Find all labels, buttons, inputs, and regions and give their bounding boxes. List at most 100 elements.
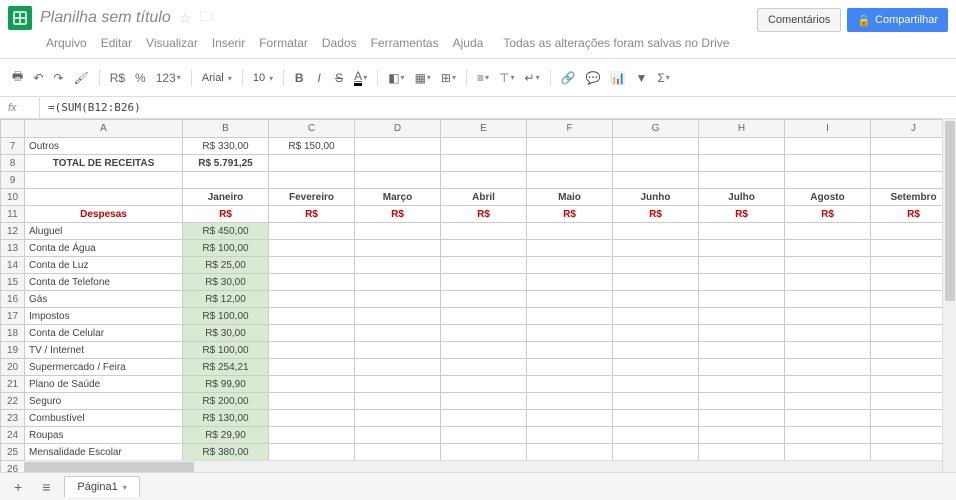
- undo-icon[interactable]: ↶: [29, 67, 47, 89]
- cell[interactable]: R$: [527, 206, 613, 223]
- cell[interactable]: R$ 100,00: [183, 240, 269, 257]
- cell[interactable]: R$: [699, 206, 785, 223]
- text-color-button[interactable]: A▾: [350, 65, 371, 90]
- cell[interactable]: R$: [785, 206, 871, 223]
- row-header[interactable]: 10: [1, 189, 25, 206]
- share-button[interactable]: 🔒Compartilhar: [847, 8, 948, 32]
- cell[interactable]: R$ 130,00: [183, 410, 269, 427]
- menu-arquivo[interactable]: Arquivo: [40, 34, 93, 52]
- cell[interactable]: Impostos: [25, 308, 183, 325]
- menu-ferramentas[interactable]: Ferramentas: [365, 34, 445, 52]
- cell[interactable]: R$ 330,00: [183, 138, 269, 155]
- cell[interactable]: R$ 25,00: [183, 257, 269, 274]
- row-header[interactable]: 12: [1, 223, 25, 240]
- cell[interactable]: R$ 380,00: [183, 444, 269, 461]
- menu-formatar[interactable]: Formatar: [253, 34, 314, 52]
- wrap-icon[interactable]: ↵▾: [521, 67, 544, 89]
- merge-icon[interactable]: ⊞▾: [437, 67, 460, 89]
- cell[interactable]: R$ 100,00: [183, 342, 269, 359]
- col-header-H[interactable]: H: [699, 120, 785, 138]
- row-header[interactable]: 20: [1, 359, 25, 376]
- strike-button[interactable]: S: [330, 67, 348, 89]
- row-header[interactable]: 11: [1, 206, 25, 223]
- row-header[interactable]: 21: [1, 376, 25, 393]
- cell[interactable]: Maio: [527, 189, 613, 206]
- cell[interactable]: R$: [441, 206, 527, 223]
- cell[interactable]: Agosto: [785, 189, 871, 206]
- redo-icon[interactable]: ↷: [49, 67, 67, 89]
- cell[interactable]: R$: [613, 206, 699, 223]
- sheet-tab[interactable]: Página1▾: [64, 476, 139, 497]
- fill-color-icon[interactable]: ◧▾: [384, 67, 408, 89]
- doc-title[interactable]: Planilha sem título: [40, 9, 171, 27]
- menu-dados[interactable]: Dados: [316, 34, 363, 52]
- cell[interactable]: R$ 5.791,25: [183, 155, 269, 172]
- cell[interactable]: R$: [269, 206, 355, 223]
- cell[interactable]: Seguro: [25, 393, 183, 410]
- row-header[interactable]: 14: [1, 257, 25, 274]
- spreadsheet-grid[interactable]: A B C D E F G H I J 7OutrosR$ 330,00R$ 1…: [0, 119, 956, 479]
- col-header-B[interactable]: B: [183, 120, 269, 138]
- cell[interactable]: Conta de Luz: [25, 257, 183, 274]
- cell[interactable]: R$ 29,90: [183, 427, 269, 444]
- cell[interactable]: Outros: [25, 138, 183, 155]
- col-header-C[interactable]: C: [269, 120, 355, 138]
- menu-visualizar[interactable]: Visualizar: [140, 34, 204, 52]
- row-header[interactable]: 25: [1, 444, 25, 461]
- link-icon[interactable]: 🔗: [557, 67, 580, 89]
- paint-format-icon[interactable]: 🖌: [69, 67, 92, 89]
- row-header[interactable]: 8: [1, 155, 25, 172]
- chart-icon[interactable]: 📊: [606, 67, 629, 89]
- formula-bar[interactable]: =(SUM(B12:B26): [40, 97, 956, 118]
- row-header[interactable]: 22: [1, 393, 25, 410]
- cell[interactable]: Despesas: [25, 206, 183, 223]
- cell[interactable]: Janeiro: [183, 189, 269, 206]
- cell[interactable]: Conta de Telefone: [25, 274, 183, 291]
- cell[interactable]: Combustível: [25, 410, 183, 427]
- col-header-A[interactable]: A: [25, 120, 183, 138]
- cell[interactable]: Gás: [25, 291, 183, 308]
- comments-button[interactable]: Comentários: [757, 8, 841, 32]
- menu-inserir[interactable]: Inserir: [206, 34, 251, 52]
- cell[interactable]: Março: [355, 189, 441, 206]
- bold-button[interactable]: B: [290, 67, 308, 89]
- cell[interactable]: Julho: [699, 189, 785, 206]
- cell[interactable]: Plano de Saúde: [25, 376, 183, 393]
- col-header-G[interactable]: G: [613, 120, 699, 138]
- borders-icon[interactable]: ▦▾: [411, 67, 435, 89]
- italic-button[interactable]: I: [310, 67, 328, 89]
- valign-icon[interactable]: ⊤▾: [495, 67, 518, 89]
- font-size[interactable]: 10 ▾: [249, 72, 277, 84]
- number-format-button[interactable]: 123▾: [152, 67, 185, 89]
- cell[interactable]: R$ 150,00: [269, 138, 355, 155]
- cell[interactable]: R$: [355, 206, 441, 223]
- row-header[interactable]: 13: [1, 240, 25, 257]
- print-icon[interactable]: 🖶: [8, 63, 27, 92]
- cell[interactable]: Conta de Água: [25, 240, 183, 257]
- cell[interactable]: R$ 100,00: [183, 308, 269, 325]
- cell[interactable]: Conta de Celular: [25, 325, 183, 342]
- cell[interactable]: Fevereiro: [269, 189, 355, 206]
- font-select[interactable]: Arial ▾: [198, 72, 236, 84]
- all-sheets-button[interactable]: ≡: [36, 477, 56, 497]
- cell[interactable]: Abril: [441, 189, 527, 206]
- menu-editar[interactable]: Editar: [95, 34, 138, 52]
- col-header-E[interactable]: E: [441, 120, 527, 138]
- star-icon[interactable]: ☆: [179, 10, 192, 27]
- cell[interactable]: R$ 30,00: [183, 274, 269, 291]
- folder-icon[interactable]: 🗀: [199, 6, 213, 30]
- cell[interactable]: R$ 254,21: [183, 359, 269, 376]
- cell[interactable]: Junho: [613, 189, 699, 206]
- currency-button[interactable]: R$: [106, 67, 129, 89]
- cell[interactable]: TOTAL DE RECEITAS: [25, 155, 183, 172]
- filter-icon[interactable]: ▼: [631, 67, 651, 89]
- cell[interactable]: R$ 30,00: [183, 325, 269, 342]
- cell[interactable]: TV / Internet: [25, 342, 183, 359]
- row-header[interactable]: 7: [1, 138, 25, 155]
- functions-icon[interactable]: Σ▾: [653, 67, 673, 89]
- cell[interactable]: R$ 200,00: [183, 393, 269, 410]
- add-sheet-button[interactable]: +: [8, 477, 28, 497]
- cell[interactable]: Mensalidade Escolar: [25, 444, 183, 461]
- cell[interactable]: R$ 450,00: [183, 223, 269, 240]
- cell[interactable]: R$ 12,00: [183, 291, 269, 308]
